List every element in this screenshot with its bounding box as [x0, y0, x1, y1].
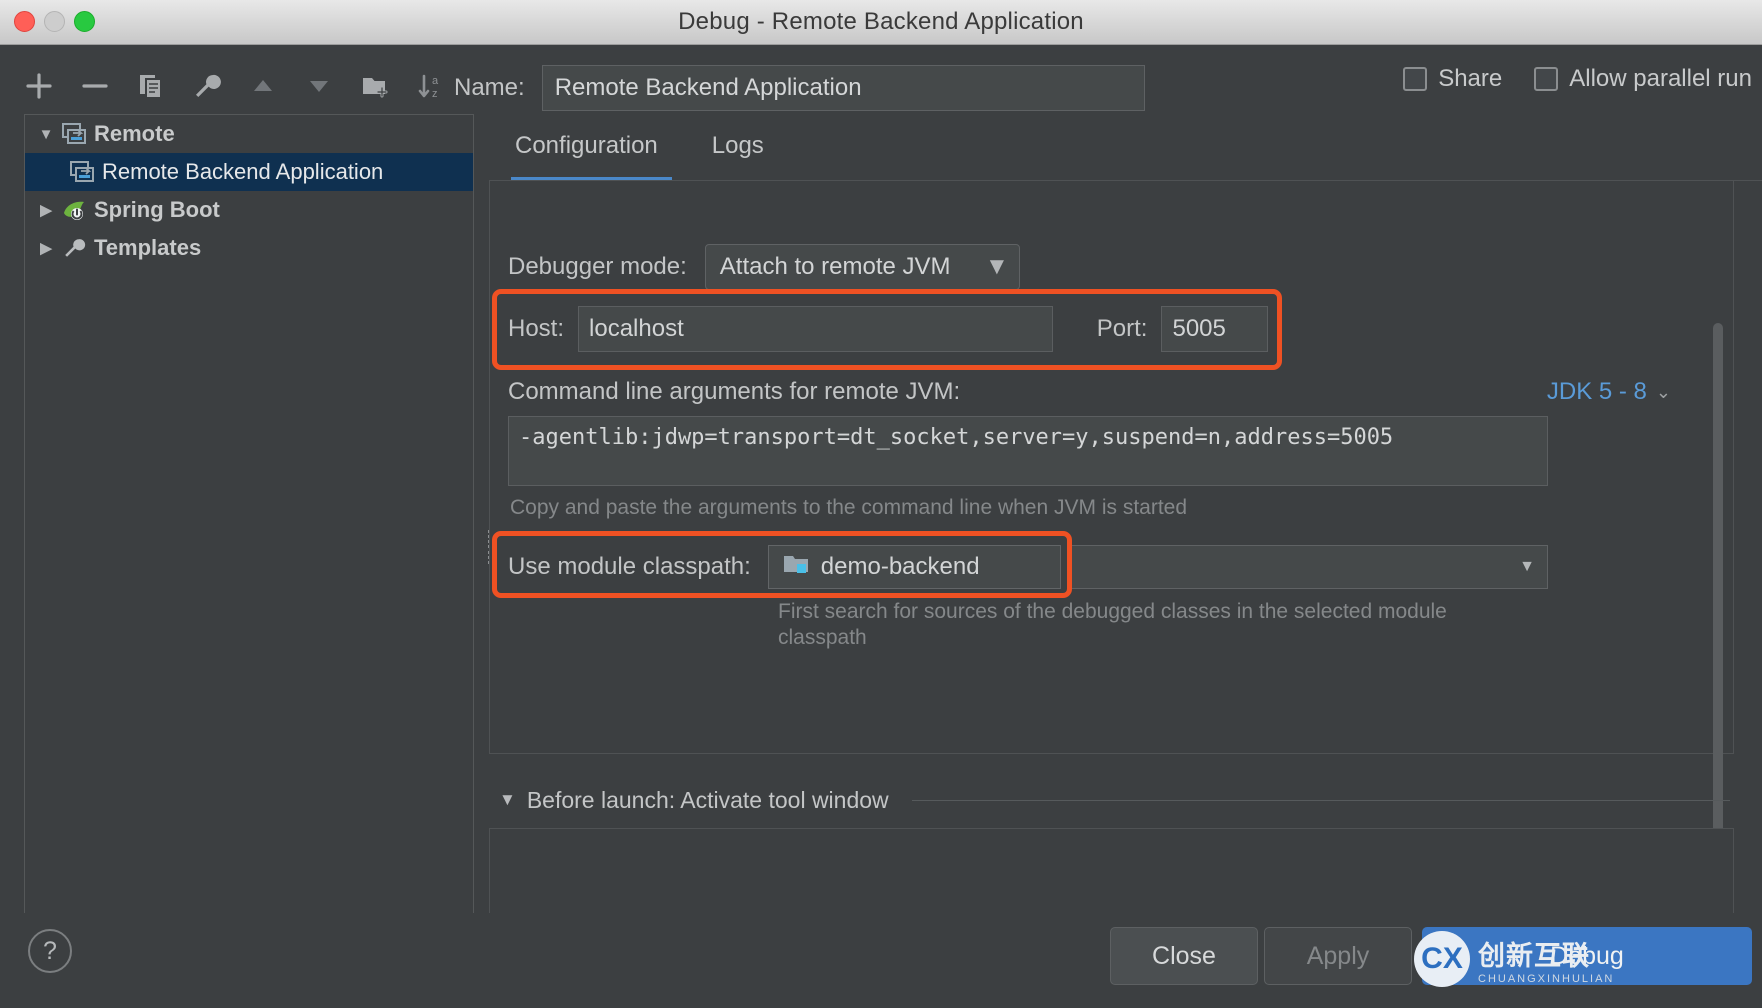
debugger-mode-value: Attach to remote JVM	[719, 253, 951, 280]
configurations-tree-pane: a z ▼ Remote Remote Backend Application …	[0, 45, 489, 987]
allow-parallel-run-checkbox[interactable]: Allow parallel run	[1534, 65, 1752, 93]
watermark-chinese: 创新互联	[1478, 940, 1590, 971]
tab-label: Logs	[711, 132, 764, 159]
name-input[interactable]: Remote Backend Application	[541, 65, 1145, 111]
help-button[interactable]: ?	[28, 929, 72, 973]
before-launch-header[interactable]: ▼ Before launch: Activate tool window	[489, 780, 1734, 820]
port-label: Port:	[1096, 315, 1148, 342]
chevron-right-icon[interactable]: ▶	[33, 201, 59, 219]
module-classpath-hint: First search for sources of the debugged…	[778, 600, 1447, 650]
chevron-down-icon[interactable]: ⌄	[1656, 382, 1671, 403]
zoom-window-button[interactable]	[74, 11, 95, 32]
tree-item-remote-backend-application[interactable]: Remote Backend Application	[25, 153, 473, 191]
new-folder-icon[interactable]	[358, 69, 392, 103]
window-controls	[14, 11, 95, 32]
checkbox-box[interactable]	[1403, 67, 1428, 91]
configuration-editor-pane: Name: Remote Backend Application Share A…	[454, 45, 1762, 958]
watermark-badge-icon: CX	[1414, 931, 1470, 987]
debugger-mode-select[interactable]: Attach to remote JVM ▼	[704, 244, 1020, 290]
add-icon[interactable]	[22, 69, 56, 103]
wrench-icon	[59, 235, 89, 261]
debugger-mode-row: Debugger mode: Attach to remote JVM ▼	[508, 244, 1020, 290]
command-line-hint: Copy and paste the arguments to the comm…	[510, 496, 1188, 519]
watermark-text: 创新互联 CHUANGXINHULIAN	[1478, 934, 1614, 985]
tree-item-remote-group[interactable]: ▼ Remote	[25, 115, 473, 153]
close-button[interactable]: Close	[1110, 927, 1258, 985]
chevron-right-icon[interactable]: ▶	[33, 239, 59, 257]
debugger-mode-label: Debugger mode:	[508, 253, 687, 280]
remote-config-icon	[59, 121, 89, 147]
share-label: Share	[1438, 65, 1503, 92]
chevron-down-icon[interactable]: ▼	[499, 790, 516, 810]
copy-configuration-icon[interactable]	[134, 69, 168, 103]
window-titlebar: Debug - Remote Backend Application	[0, 0, 1762, 45]
before-launch-title: Before launch: Activate tool window	[526, 786, 889, 813]
tab-label: Configuration	[515, 132, 658, 159]
allow-parallel-run-label: Allow parallel run	[1569, 65, 1752, 92]
share-checkbox[interactable]: Share	[1403, 65, 1502, 93]
spring-boot-icon	[59, 197, 89, 223]
header-checkboxes: Share Allow parallel run	[1403, 65, 1752, 93]
module-classpath-dropdown-area[interactable]: ▼	[1070, 545, 1548, 589]
remote-config-icon	[67, 159, 97, 185]
watermark-pinyin: CHUANGXINHULIAN	[1478, 972, 1615, 985]
window-title: Debug - Remote Backend Application	[678, 8, 1084, 35]
move-up-icon[interactable]	[246, 69, 280, 103]
module-classpath-value: demo-backend	[820, 553, 980, 580]
tree-item-templates-group[interactable]: ▶ Templates	[25, 229, 473, 267]
close-window-button[interactable]	[14, 11, 35, 32]
move-down-icon[interactable]	[302, 69, 336, 103]
tree-item-label: Remote	[94, 121, 175, 146]
host-input[interactable]: localhost	[578, 306, 1053, 352]
chevron-down-icon[interactable]: ▼	[33, 126, 59, 143]
editor-tabs: Configuration Logs	[489, 128, 1762, 184]
dialog-body: a z ▼ Remote Remote Backend Application …	[0, 45, 1762, 1008]
apply-button[interactable]: Apply	[1264, 927, 1412, 985]
host-label: Host:	[508, 315, 565, 342]
name-label: Name:	[454, 74, 525, 101]
host-port-row: Host: localhost Port: 5005	[508, 304, 1268, 354]
sort-alphabetically-icon[interactable]: a z	[414, 69, 448, 103]
wrench-icon[interactable]	[190, 69, 224, 103]
svg-text:a: a	[432, 75, 439, 87]
tree-toolbar: a z	[22, 59, 472, 113]
run-configurations-tree[interactable]: ▼ Remote Remote Backend Application ▶ Sp…	[24, 114, 474, 987]
chevron-down-icon[interactable]: ▼	[1519, 558, 1535, 576]
jdk-version-label: JDK 5 - 8	[1546, 378, 1647, 405]
configuration-content-panel: Debugger mode: Attach to remote JVM ▼ Ho…	[489, 181, 1734, 867]
tree-item-label: Spring Boot	[94, 197, 220, 222]
checkbox-box[interactable]	[1534, 67, 1559, 91]
dialog-footer: ? Close Apply Debug CX 创新互联 CHUANGXINHUL…	[0, 913, 1762, 1008]
command-line-arguments-textarea[interactable]: -agentlib:jdwp=transport=dt_socket,serve…	[508, 416, 1548, 486]
debug-configuration-dialog: Debug - Remote Backend Application a z ▼…	[0, 0, 1762, 1008]
tab-configuration[interactable]: Configuration	[489, 128, 686, 182]
watermark-logo: CX 创新互联 CHUANGXINHULIAN	[1414, 919, 1744, 999]
minimize-window-button[interactable]	[44, 11, 65, 32]
before-launch-divider	[911, 799, 1730, 801]
tree-item-spring-boot-group[interactable]: ▶ Spring Boot	[25, 191, 473, 229]
module-classpath-row: Use module classpath: demo-backend	[508, 545, 1061, 589]
module-icon	[783, 553, 809, 582]
module-classpath-label: Use module classpath:	[508, 553, 751, 580]
chevron-down-icon[interactable]: ▼	[967, 253, 1009, 281]
tab-logs[interactable]: Logs	[686, 128, 792, 180]
port-input[interactable]: 5005	[1161, 306, 1268, 352]
module-classpath-select[interactable]: demo-backend	[767, 545, 1061, 589]
tree-item-label: Remote Backend Application	[102, 159, 384, 184]
remove-icon[interactable]	[78, 69, 112, 103]
svg-text:z: z	[432, 88, 438, 100]
jdk-version-selector[interactable]: JDK 5 - 8 ⌄	[1547, 378, 1671, 406]
tree-item-label: Templates	[94, 235, 202, 260]
command-line-arguments-label: Command line arguments for remote JVM:	[508, 378, 961, 405]
